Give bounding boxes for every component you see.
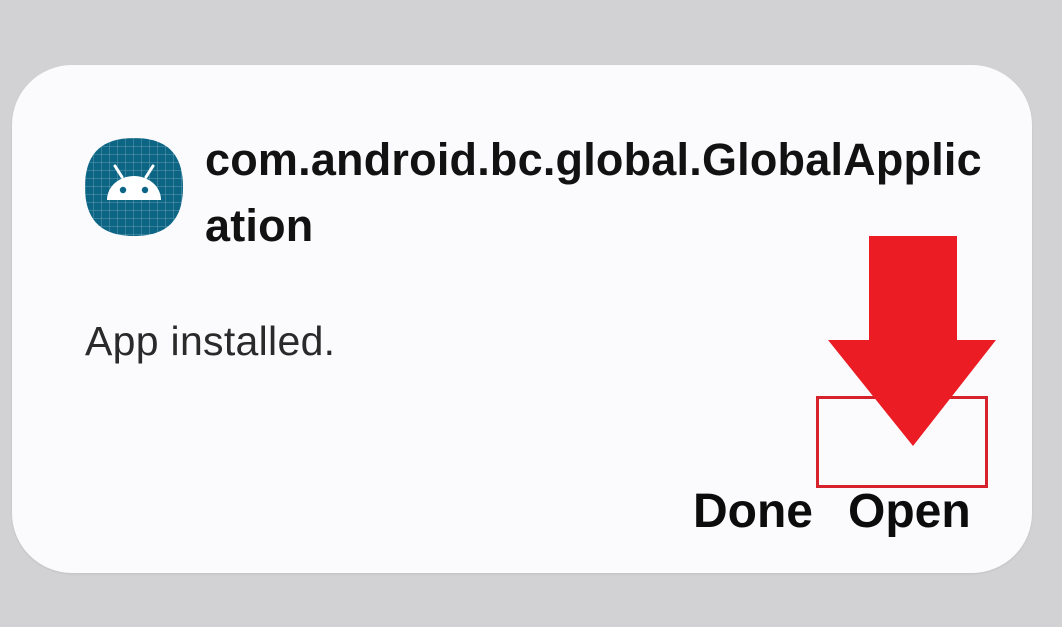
open-button[interactable]: Open: [848, 477, 971, 547]
done-button[interactable]: Done: [693, 477, 813, 547]
android-app-icon: [85, 138, 183, 236]
app-name-title: com.android.bc.global.GlobalApplication: [205, 134, 982, 251]
install-status-message: App installed.: [85, 318, 336, 364]
install-complete-dialog: com.android.bc.global.GlobalApplication …: [12, 65, 1032, 573]
